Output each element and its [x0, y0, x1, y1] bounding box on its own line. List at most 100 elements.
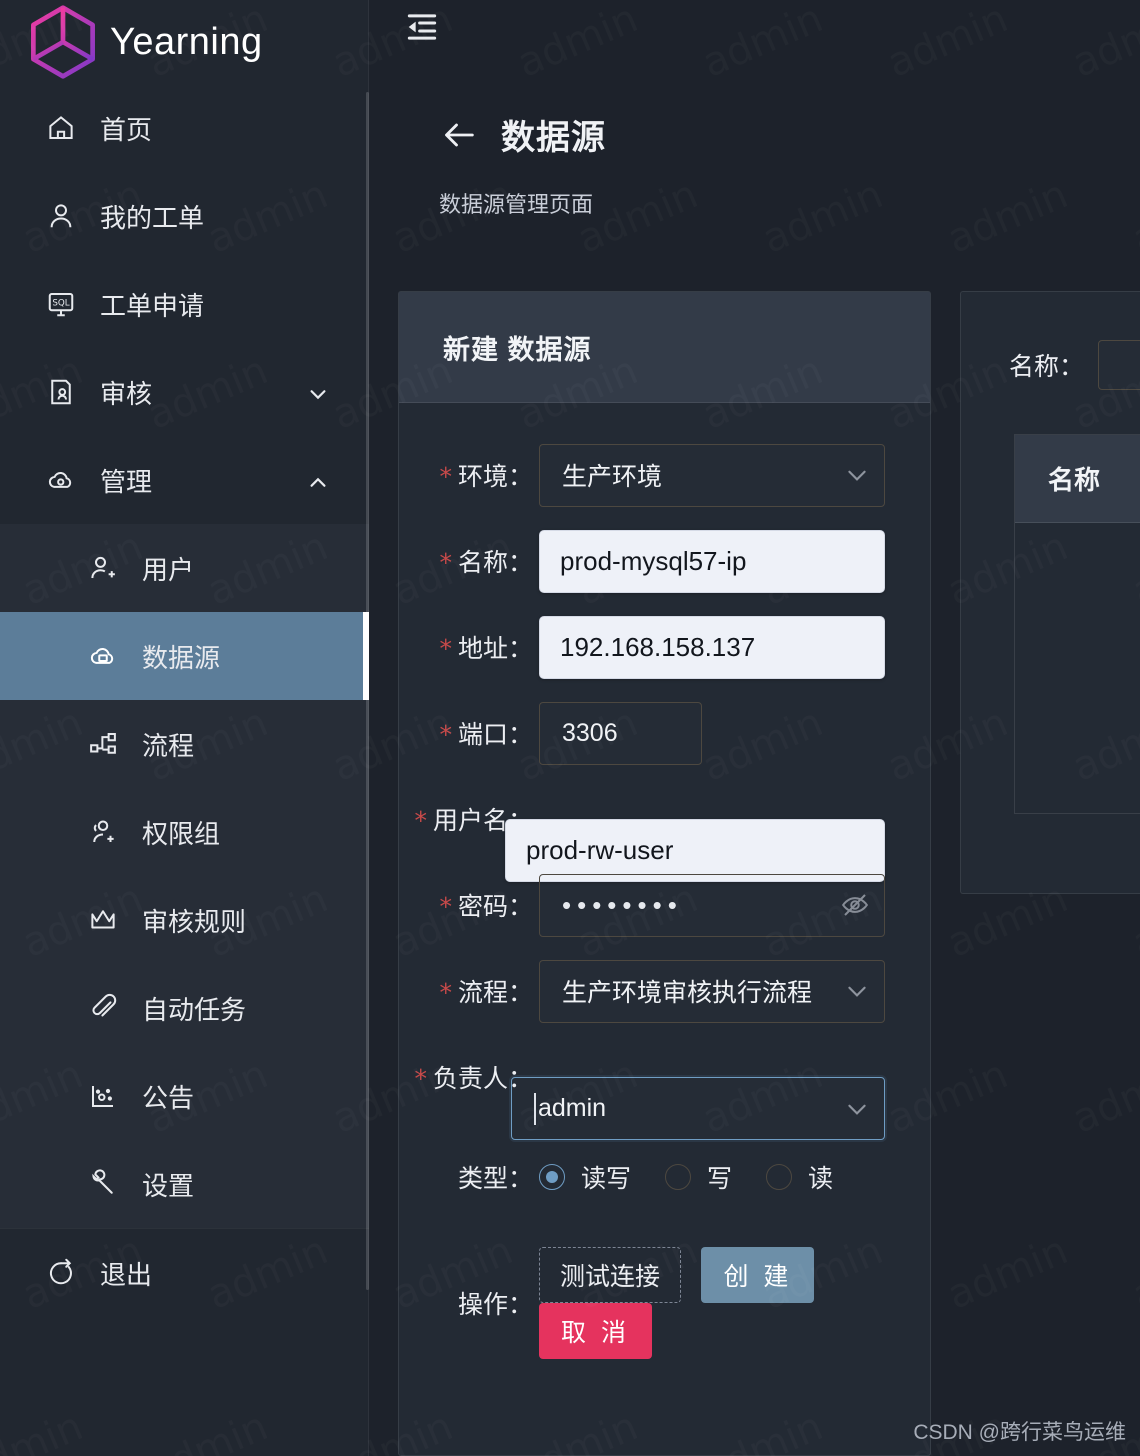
sidebar-item-label: 自动任务: [142, 994, 247, 1025]
sidebar-item-auto-task[interactable]: 自动任务: [0, 964, 369, 1052]
radio-label: 读写: [581, 1165, 632, 1193]
sidebar-item-home[interactable]: 首页: [0, 84, 369, 172]
crown-icon: [88, 905, 118, 935]
sidebar-item-order-apply[interactable]: SQL 工单申请: [0, 260, 369, 348]
sidebar-item-label: 数据源: [142, 642, 221, 673]
radio-write[interactable]: 写: [665, 1159, 732, 1195]
owner-select[interactable]: admin: [511, 1077, 885, 1140]
group-add-icon: [88, 817, 118, 847]
eye-off-icon[interactable]: [840, 890, 870, 920]
datasource-form: * 环境： 生产环境 * 名称： prod-mysql57-ip * 地址： 1…: [399, 403, 930, 1359]
form-row-flow: * 流程： 生产环境审核执行流程: [399, 959, 930, 1023]
radio-label: 写: [707, 1165, 733, 1193]
required-star: *: [439, 548, 452, 577]
page-header: 数据源 数据源管理页面: [369, 110, 1140, 219]
wrench-icon: [88, 1169, 118, 1199]
sidebar-item-permission-group[interactable]: 权限组: [0, 788, 369, 876]
env-select-value: 生产环境: [562, 463, 663, 491]
username-input-value: prod-rw-user: [526, 835, 674, 865]
cloud-db-icon: [88, 641, 118, 671]
flow-select[interactable]: 生产环境审核执行流程: [539, 959, 885, 1023]
required-star: *: [439, 978, 452, 1007]
brand-name: Yearning: [110, 20, 263, 63]
form-row-name: * 名称： prod-mysql57-ip: [399, 529, 930, 593]
form-row-env: * 环境： 生产环境: [399, 443, 930, 507]
sidebar-submenu-manage: 用户 数据源 流程 权限组 审核规则 自动任务 公告 设置: [0, 524, 369, 1228]
credit-text: CSDN @跨行菜鸟运维: [913, 1421, 1126, 1444]
cancel-button[interactable]: 取 消: [539, 1303, 652, 1359]
sidebar-item-audit[interactable]: 审核: [0, 348, 369, 436]
sidebar-item-users[interactable]: 用户: [0, 524, 369, 612]
search-input[interactable]: [1098, 340, 1140, 390]
sidebar-item-label: 我的工单: [100, 202, 205, 233]
table-column-header-name: 名称: [1048, 465, 1101, 495]
sidebar-item-announcement[interactable]: 公告: [0, 1052, 369, 1140]
arrow-left-icon[interactable]: [439, 115, 479, 155]
port-input[interactable]: 3306: [539, 701, 702, 765]
test-connection-button[interactable]: 测试连接: [539, 1247, 682, 1303]
sidebar-item-datasource[interactable]: 数据源: [0, 612, 369, 700]
password-input[interactable]: ••••••••: [539, 873, 885, 937]
user-icon: [46, 201, 76, 231]
radio-read-write[interactable]: 读写: [539, 1159, 631, 1195]
env-select[interactable]: 生产环境: [539, 443, 885, 507]
field-label-address: * 地址：: [439, 634, 533, 663]
home-icon: [46, 113, 76, 143]
table-body: [1015, 523, 1140, 813]
create-button[interactable]: 创 建: [701, 1247, 815, 1303]
sidebar-item-logout[interactable]: 退出: [0, 1229, 369, 1317]
table-header-row: 名称: [1015, 435, 1140, 523]
announcement-icon: [88, 1081, 118, 1111]
sidebar-item-label: 工单申请: [100, 290, 205, 321]
form-row-username: * 用户名： prod-rw-user: [399, 787, 930, 882]
form-row-type: 类型： 读写 写 读: [399, 1145, 930, 1209]
sidebar-item-label: 设置: [142, 1170, 195, 1201]
radio-read[interactable]: 读: [766, 1159, 833, 1195]
sidebar-item-label: 流程: [142, 730, 195, 761]
sidebar-item-settings[interactable]: 设置: [0, 1140, 369, 1228]
form-row-actions: 操作： 测试连接 创 建 取 消: [399, 1247, 930, 1359]
chevron-up-icon: [307, 469, 329, 491]
form-row-port: * 端口： 3306: [399, 701, 930, 765]
required-star: *: [414, 806, 427, 835]
page-subtitle: 数据源管理页面: [439, 192, 594, 217]
required-star: *: [439, 720, 452, 749]
card-header: 新建 数据源: [399, 292, 930, 403]
sidebar-item-my-orders[interactable]: 我的工单: [0, 172, 369, 260]
logout-icon: [46, 1258, 76, 1288]
sidebar-item-label: 审核: [100, 378, 153, 409]
sidebar-edge: [368, 0, 369, 1456]
search-label: 名称：: [1009, 353, 1085, 381]
topbar: [369, 0, 1140, 80]
sidebar-item-flow[interactable]: 流程: [0, 700, 369, 788]
sidebar-item-label: 公告: [142, 1082, 195, 1113]
field-label-flow: * 流程：: [439, 978, 533, 1007]
sql-monitor-icon: SQL: [46, 289, 76, 319]
cloud-manage-icon: [46, 465, 76, 495]
field-label-env: * 环境：: [439, 462, 533, 491]
password-input-value: ••••••••: [562, 889, 683, 920]
sidebar-item-label: 管理: [100, 466, 153, 497]
svg-text:SQL: SQL: [52, 298, 69, 308]
type-radio-group: 读写 写 读: [539, 1159, 930, 1195]
sidebar-menu: 首页 我的工单 SQL 工单申请 审核 管理 用户 数据源 流程 权限组 审核规…: [0, 84, 369, 1456]
chevron-down-icon: [307, 381, 329, 403]
sidebar: Yearning 首页 我的工单 SQL 工单申请 审核 管理 用户 数据源 流…: [0, 0, 369, 1456]
menu-fold-icon[interactable]: [403, 8, 441, 46]
sidebar-item-label: 用户: [142, 554, 195, 585]
sidebar-item-audit-rules[interactable]: 审核规则: [0, 876, 369, 964]
cube-logo-icon: [31, 5, 95, 79]
card-title: 新建 数据源: [443, 334, 592, 365]
new-datasource-card: 新建 数据源 * 环境： 生产环境 * 名称： prod-mysql57-ip …: [398, 291, 931, 1456]
brand-logo-row[interactable]: Yearning: [0, 0, 369, 84]
name-input-value: prod-mysql57-ip: [560, 545, 747, 576]
radio-indicator: [665, 1164, 692, 1190]
sidebar-item-manage[interactable]: 管理: [0, 436, 369, 524]
required-star: *: [439, 634, 452, 663]
list-search-row: 名称：: [961, 292, 1140, 390]
name-input[interactable]: prod-mysql57-ip: [539, 529, 885, 593]
sidebar-item-label: 审核规则: [142, 906, 247, 937]
form-row-password: * 密码： ••••••••: [399, 873, 930, 937]
radio-indicator: [766, 1164, 793, 1190]
address-input[interactable]: 192.168.158.137: [539, 615, 885, 679]
